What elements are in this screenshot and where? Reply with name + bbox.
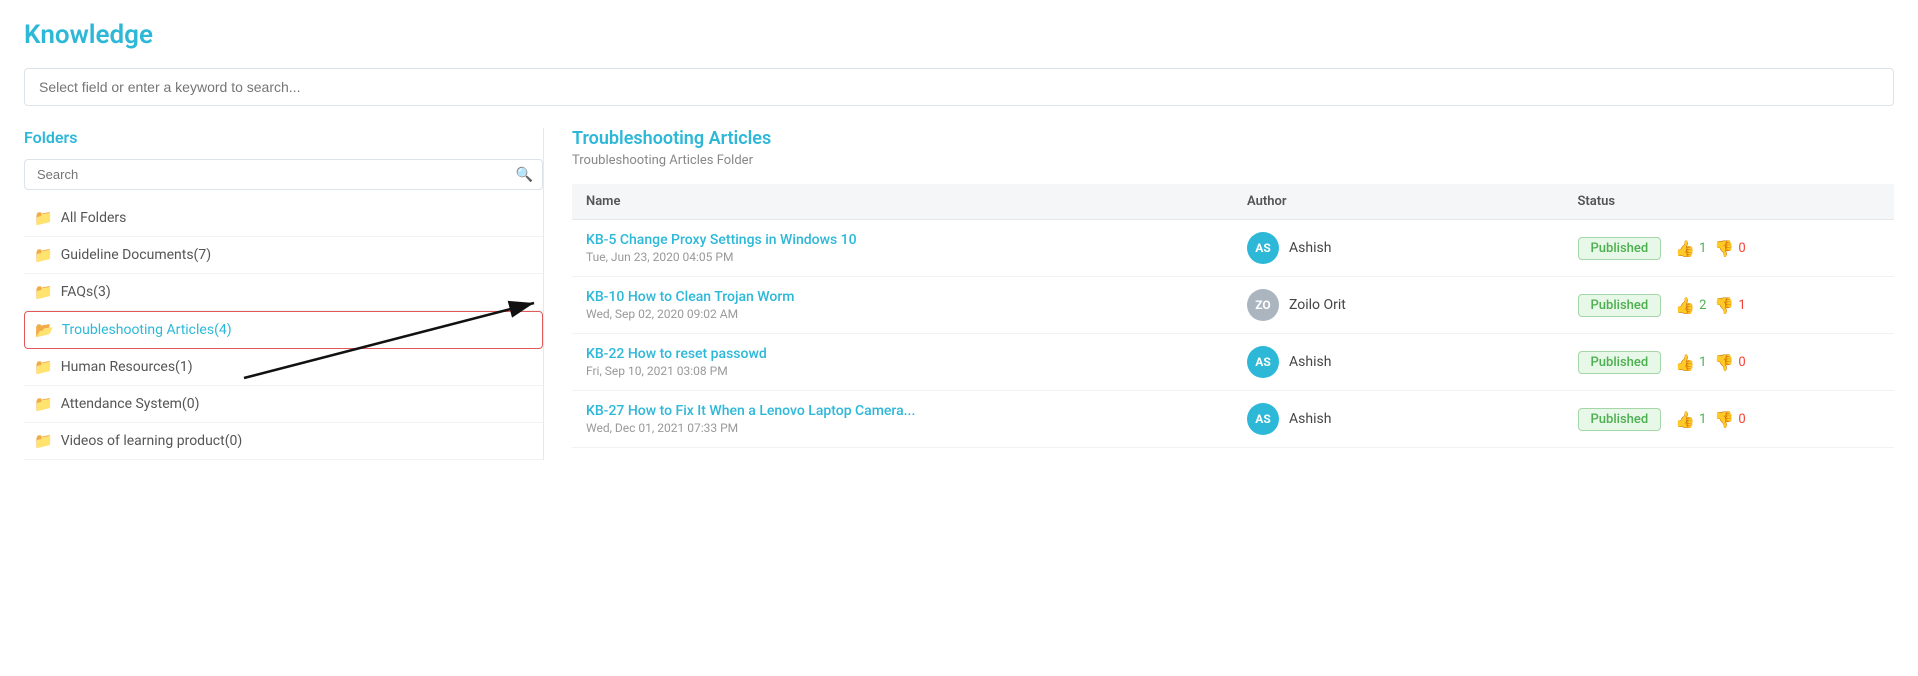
- status-cell: Published 👍 1 👎 0: [1578, 237, 1881, 260]
- search-icon: 🔍: [516, 167, 533, 183]
- vote-down-count: 0: [1738, 412, 1745, 427]
- global-search-input[interactable]: [24, 68, 1894, 106]
- author-cell: AS Ashish: [1247, 232, 1550, 264]
- sidebar-item-videos[interactable]: 📁 Videos of learning product(0): [24, 423, 543, 460]
- content-pane: Troubleshooting Articles Troubleshooting…: [544, 128, 1894, 460]
- thumbs-up-icon: 👍: [1675, 239, 1695, 258]
- article-date: Tue, Jun 23, 2020 04:05 PM: [586, 250, 1219, 264]
- thumbs-up-icon: 👍: [1675, 410, 1695, 429]
- table-row: KB-27 How to Fix It When a Lenovo Laptop…: [572, 391, 1894, 448]
- article-name-link[interactable]: KB-10 How to Clean Trojan Worm: [586, 289, 1219, 305]
- content-subtitle: Troubleshooting Articles Folder: [572, 153, 1894, 168]
- article-name-link[interactable]: KB-22 How to reset passowd: [586, 346, 1219, 362]
- article-date: Wed, Dec 01, 2021 07:33 PM: [586, 421, 1219, 435]
- author-cell: ZO Zoilo Orit: [1247, 289, 1550, 321]
- article-date: Wed, Sep 02, 2020 09:02 AM: [586, 307, 1219, 321]
- table-row: KB-5 Change Proxy Settings in Windows 10…: [572, 220, 1894, 277]
- col-header-author: Author: [1233, 184, 1564, 220]
- vote-down-count: 1: [1738, 298, 1745, 313]
- folder-list: 📁 All Folders 📁 Guideline Documents(7) 📁…: [24, 200, 543, 460]
- vote-down: 👎 0: [1714, 410, 1745, 429]
- folders-title: Folders: [24, 128, 543, 147]
- page-title: Knowledge: [24, 20, 1894, 50]
- col-header-name: Name: [572, 184, 1233, 220]
- status-badge: Published: [1578, 351, 1662, 374]
- folder-icon: 📁: [34, 432, 53, 450]
- table-row: KB-10 How to Clean Trojan Worm Wed, Sep …: [572, 277, 1894, 334]
- thumbs-down-icon: 👎: [1714, 410, 1734, 429]
- sidebar-item-attendance[interactable]: 📁 Attendance System(0): [24, 386, 543, 423]
- vote-up-count: 1: [1699, 355, 1706, 370]
- table-row: KB-22 How to reset passowd Fri, Sep 10, …: [572, 334, 1894, 391]
- folder-search-input[interactable]: [24, 159, 543, 190]
- folder-icon: 📁: [34, 395, 53, 413]
- author-cell: AS Ashish: [1247, 346, 1550, 378]
- folder-icon: 📁: [34, 209, 53, 227]
- sidebar-item-guideline[interactable]: 📁 Guideline Documents(7): [24, 237, 543, 274]
- col-header-status: Status: [1564, 184, 1895, 220]
- vote-down: 👎 1: [1714, 296, 1745, 315]
- article-name-link[interactable]: KB-5 Change Proxy Settings in Windows 10: [586, 232, 1219, 248]
- vote-up: 👍 2: [1675, 296, 1706, 315]
- folder-icon: 📁: [34, 283, 53, 301]
- vote-down-count: 0: [1738, 355, 1745, 370]
- avatar: AS: [1247, 232, 1279, 264]
- author-name: Ashish: [1289, 354, 1331, 370]
- status-cell: Published 👍 2 👎 1: [1578, 294, 1881, 317]
- sidebar-item-faqs[interactable]: 📁 FAQs(3): [24, 274, 543, 311]
- avatar: ZO: [1247, 289, 1279, 321]
- sidebar-item-troubleshooting[interactable]: 📂 Troubleshooting Articles(4): [24, 311, 543, 349]
- content-title: Troubleshooting Articles: [572, 128, 1894, 149]
- articles-table: Name Author Status KB-5 Change Proxy Set…: [572, 184, 1894, 448]
- status-cell: Published 👍 1 👎 0: [1578, 408, 1881, 431]
- sidebar: Folders 🔍 📁 All Folders 📁 Guideline Docu…: [24, 128, 544, 460]
- avatar: AS: [1247, 346, 1279, 378]
- status-cell: Published 👍 1 👎 0: [1578, 351, 1881, 374]
- vote-up: 👍 1: [1675, 239, 1706, 258]
- thumbs-down-icon: 👎: [1714, 239, 1734, 258]
- article-name-link[interactable]: KB-27 How to Fix It When a Lenovo Laptop…: [586, 403, 1219, 419]
- vote-up-count: 1: [1699, 412, 1706, 427]
- vote-group: 👍 1 👎 0: [1675, 410, 1745, 429]
- author-name: Ashish: [1289, 240, 1331, 256]
- vote-group: 👍 2 👎 1: [1675, 296, 1745, 315]
- thumbs-up-icon: 👍: [1675, 296, 1695, 315]
- vote-down: 👎 0: [1714, 353, 1745, 372]
- vote-up-count: 2: [1699, 298, 1706, 313]
- sidebar-item-all-folders[interactable]: 📁 All Folders: [24, 200, 543, 237]
- avatar: AS: [1247, 403, 1279, 435]
- author-cell: AS Ashish: [1247, 403, 1550, 435]
- folder-icon: 📁: [34, 246, 53, 264]
- vote-group: 👍 1 👎 0: [1675, 239, 1745, 258]
- sidebar-item-hr[interactable]: 📁 Human Resources(1): [24, 349, 543, 386]
- vote-up-count: 1: [1699, 241, 1706, 256]
- thumbs-down-icon: 👎: [1714, 353, 1734, 372]
- vote-up: 👍 1: [1675, 353, 1706, 372]
- folder-icon: 📁: [34, 358, 53, 376]
- thumbs-up-icon: 👍: [1675, 353, 1695, 372]
- thumbs-down-icon: 👎: [1714, 296, 1734, 315]
- status-badge: Published: [1578, 294, 1662, 317]
- status-badge: Published: [1578, 237, 1662, 260]
- vote-down-count: 0: [1738, 241, 1745, 256]
- author-name: Zoilo Orit: [1289, 297, 1346, 313]
- vote-up: 👍 1: [1675, 410, 1706, 429]
- article-date: Fri, Sep 10, 2021 03:08 PM: [586, 364, 1219, 378]
- folder-icon: 📂: [35, 321, 54, 339]
- author-name: Ashish: [1289, 411, 1331, 427]
- status-badge: Published: [1578, 408, 1662, 431]
- vote-group: 👍 1 👎 0: [1675, 353, 1745, 372]
- vote-down: 👎 0: [1714, 239, 1745, 258]
